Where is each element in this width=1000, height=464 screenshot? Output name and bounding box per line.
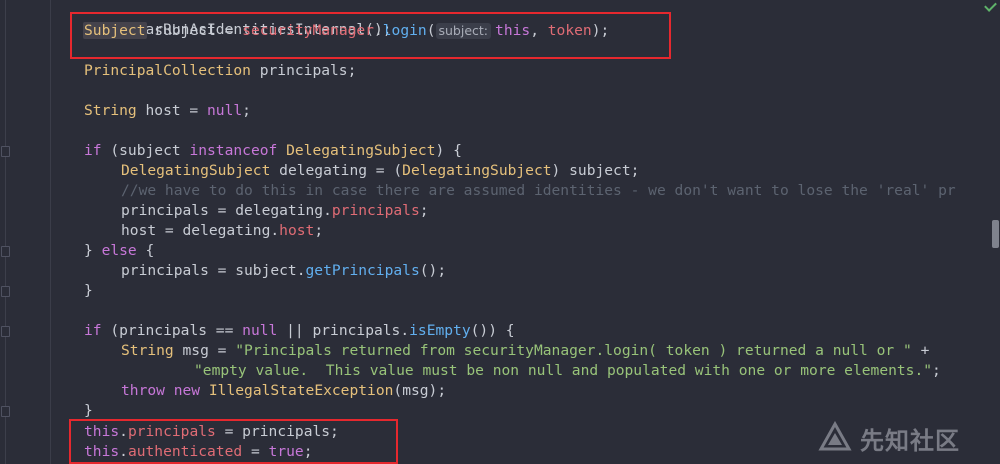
code-text: principals = delegating. xyxy=(121,202,332,219)
code-editor[interactable]: clearRunAsIdentitiesInternal(); Subject … xyxy=(0,0,1000,464)
code-line: //we have to do this in case there are a… xyxy=(121,181,956,201)
code-text: + xyxy=(911,342,930,359)
code-text: ; xyxy=(932,362,941,379)
field-token: principals xyxy=(331,202,420,219)
annotation-box-login xyxy=(70,12,671,59)
annotation-box-assignments xyxy=(69,419,398,464)
type-token: DelegatingSubject xyxy=(286,142,436,159)
code-text: { xyxy=(136,242,155,259)
keyword-token: instanceof xyxy=(189,142,278,159)
code-text: } xyxy=(84,242,102,259)
code-text: ; xyxy=(419,202,429,219)
type-token: IllegalStateException xyxy=(208,382,394,399)
string-token: "Principals returned from securityManage… xyxy=(235,342,912,359)
code-line: DelegatingSubject delegating = (Delegati… xyxy=(121,161,639,181)
code-text: principals; xyxy=(250,62,357,79)
code-text: delegating = ( xyxy=(270,162,403,179)
gutter-divider xyxy=(50,0,51,464)
gutter-divider xyxy=(5,0,6,464)
code-text: host = delegating. xyxy=(121,222,280,239)
code-text: } xyxy=(84,402,93,419)
fold-marker[interactable] xyxy=(1,406,10,417)
code-line: } xyxy=(84,401,93,421)
type-token: DelegatingSubject xyxy=(402,162,552,179)
code-text: ) subject; xyxy=(551,162,640,179)
code-line: host = delegating.host; xyxy=(121,221,323,241)
code-line: principals = delegating.principals; xyxy=(121,201,429,221)
fold-marker[interactable] xyxy=(1,246,10,257)
code-text: host = xyxy=(136,102,208,119)
code-text: (msg); xyxy=(393,382,447,399)
method-token: isEmpty xyxy=(409,322,471,339)
type-token: String xyxy=(84,102,137,119)
watermark: 先知社区 xyxy=(818,418,960,458)
code-text: (principals == xyxy=(101,322,243,339)
code-text: ; xyxy=(242,102,251,119)
keyword-token: else xyxy=(101,242,137,259)
code-text: } xyxy=(84,282,93,299)
code-line: } xyxy=(84,281,93,301)
keyword-token: null xyxy=(242,322,278,339)
code-line: principals = subject.getPrincipals(); xyxy=(121,261,446,281)
code-line: if (principals == null || principals.isE… xyxy=(84,321,515,341)
code-line: String host = null; xyxy=(84,101,251,121)
code-text: (subject xyxy=(101,142,190,159)
code-line: PrincipalCollection principals; xyxy=(84,61,356,81)
comment-token: //we have to do this in case there are a… xyxy=(121,182,956,199)
type-token: String xyxy=(121,342,174,359)
code-line: throw new IllegalStateException(msg); xyxy=(121,381,446,401)
code-line: "empty value. This value must be non nul… xyxy=(194,361,941,381)
code-text: principals = subject. xyxy=(121,262,306,279)
code-line: if (subject instanceof DelegatingSubject… xyxy=(84,141,462,161)
code-text: (); xyxy=(419,262,447,279)
watermark-text: 先知社区 xyxy=(860,426,960,455)
code-text: msg = xyxy=(173,342,236,359)
check-icon xyxy=(984,0,997,12)
keyword-token: null xyxy=(207,102,243,119)
fold-marker[interactable] xyxy=(1,146,10,157)
fold-marker[interactable] xyxy=(1,326,10,337)
keyword-token: throw xyxy=(121,382,165,399)
type-token: PrincipalCollection xyxy=(84,62,251,79)
code-text: || principals. xyxy=(277,322,410,339)
scrollbar-thumb[interactable] xyxy=(992,220,999,248)
watermark-logo-icon xyxy=(818,421,852,455)
code-text: ()) { xyxy=(470,322,515,339)
field-token: host xyxy=(279,222,315,239)
fold-marker[interactable] xyxy=(1,286,10,297)
method-token: getPrincipals xyxy=(305,262,420,279)
string-token: "empty value. This value must be non nul… xyxy=(194,362,933,379)
code-text: ; xyxy=(314,222,324,239)
code-line: String msg = "Principals returned from s… xyxy=(121,341,929,361)
keyword-token: new xyxy=(173,382,201,399)
editor-gutter xyxy=(0,0,52,464)
keyword-token: if xyxy=(84,142,102,159)
code-line: } else { xyxy=(84,241,154,261)
keyword-token: if xyxy=(84,322,102,339)
code-text: ) { xyxy=(435,142,462,159)
type-token: DelegatingSubject xyxy=(121,162,271,179)
